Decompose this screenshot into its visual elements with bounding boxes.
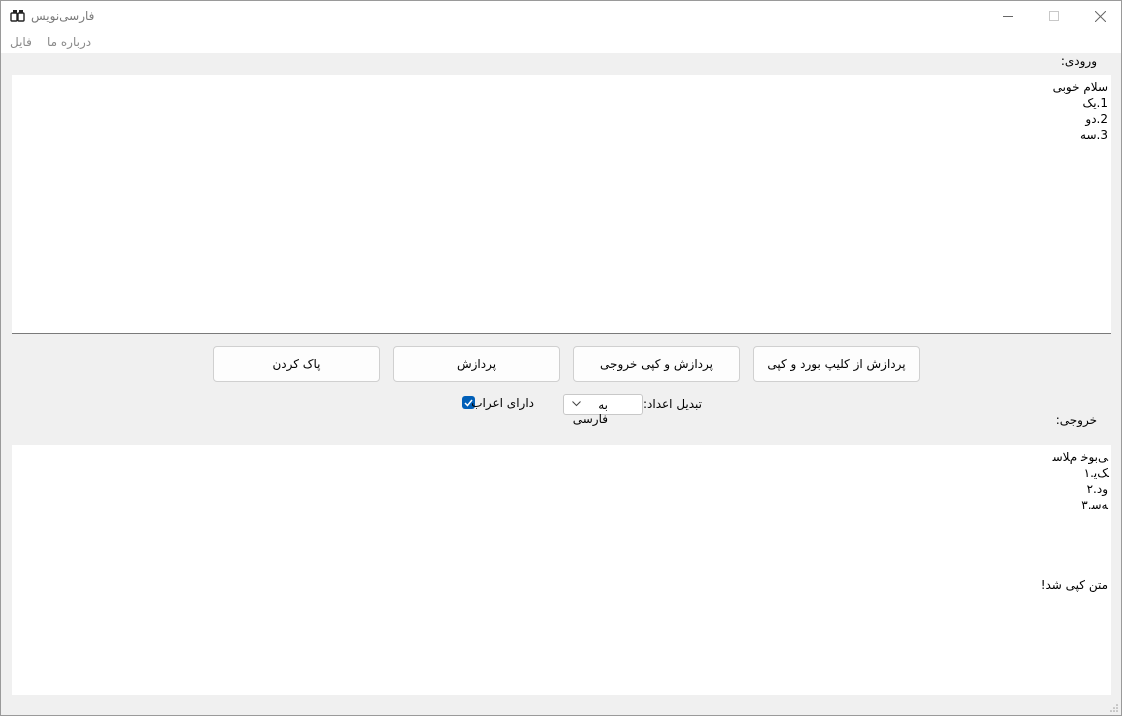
input-line: 1.یک <box>1082 96 1108 110</box>
input-label: ورودی: <box>1060 54 1097 68</box>
number-conversion-label: تبدیل اعداد: <box>642 397 702 411</box>
maximize-icon <box>1048 11 1059 21</box>
process-copy-output-button[interactable]: پردازش و کپی خروجی <box>573 346 740 382</box>
title-bar[interactable]: فارسی‌نویس <box>1 1 1121 32</box>
process-button[interactable]: پردازش <box>393 346 560 382</box>
number-conversion-value: به فارسی <box>572 398 608 426</box>
output-line: ﻭﺩ.٢ <box>1086 482 1108 496</box>
output-line: ﻪﺳ.٣ <box>1081 498 1108 512</box>
output-line: ﯽﺑﻮﺧ ﻡﻼﺳ <box>1052 450 1108 464</box>
chevron-down-icon <box>572 401 581 407</box>
output-label: خروجی: <box>1055 413 1097 427</box>
keyboard-app-icon <box>10 10 25 22</box>
maximize-button[interactable] <box>1031 1 1077 32</box>
close-icon <box>1094 11 1106 22</box>
menu-bar: فایل درباره ما <box>1 32 1121 53</box>
process-clipboard-copy-button[interactable]: پردازش از کلیپ بورد و کپی <box>753 346 920 382</box>
resize-grip-icon[interactable] <box>1109 703 1119 713</box>
diacritics-label[interactable]: دارای اعراب <box>471 396 534 410</box>
menu-file[interactable]: فایل <box>10 35 32 49</box>
output-textarea[interactable]: ﯽﺑﻮﺧ ﻡﻼﺳ ﮏﯾ.١ ﻭﺩ.٢ ﻪﺳ.٣ متن کپی شد! <box>12 445 1111 695</box>
minimize-icon <box>1002 16 1013 17</box>
clear-button[interactable]: پاک کردن <box>213 346 380 382</box>
close-button[interactable] <box>1077 1 1121 32</box>
input-line: 3.سه <box>1080 128 1108 142</box>
copy-status-text: متن کپی شد! <box>1040 578 1108 592</box>
input-line: سلام خوبی <box>1052 80 1108 94</box>
input-line: 2.دو <box>1085 112 1108 126</box>
window-title: فارسی‌نویس <box>31 9 95 23</box>
input-textarea[interactable]: سلام خوبی 1.یک 2.دو 3.سه <box>12 75 1111 334</box>
app-window: فارسی‌نویس فایل درباره ما ورودی: سلام خو… <box>0 0 1122 716</box>
menu-about[interactable]: درباره ما <box>47 35 91 49</box>
output-line: ﮏﯾ.١ <box>1083 466 1108 480</box>
number-conversion-select[interactable]: به فارسی <box>563 394 643 426</box>
minimize-button[interactable] <box>985 1 1031 32</box>
